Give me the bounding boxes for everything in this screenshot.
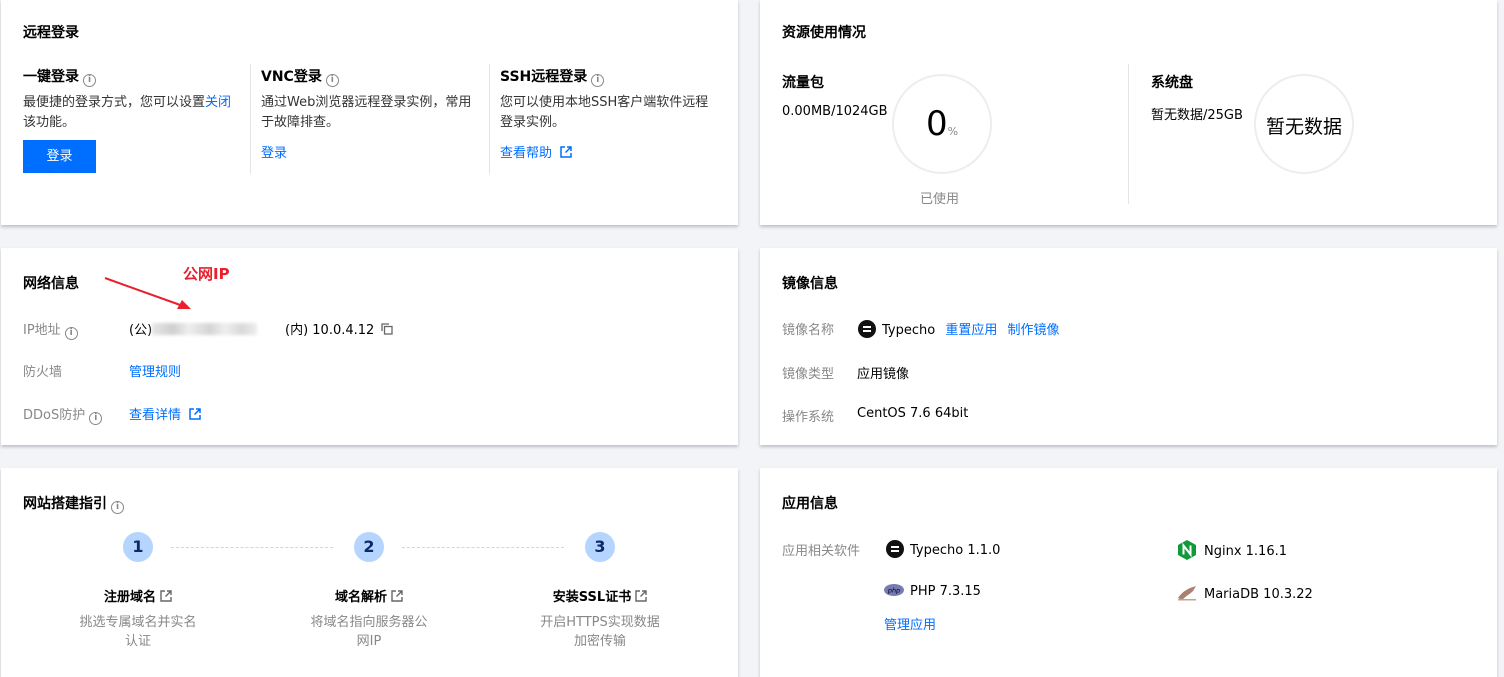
step-3-desc: 开启HTTPS实现数据加密传输	[540, 615, 660, 649]
traffic-caption: 已使用	[920, 192, 960, 207]
ssh-help-row: 查看帮助	[500, 142, 572, 161]
step-2-desc: 将域名指向服务器公网IP	[310, 615, 428, 649]
vnc-login-link[interactable]: 登录	[261, 142, 287, 161]
traffic-percent: 0%	[925, 104, 959, 144]
php-icon: php	[884, 584, 904, 596]
website-guide-card: 网站搭建指引 i 1 2 3 注册域名 挑选专属域名并实名认证 域名解析 将域名指…	[1, 468, 738, 677]
card-title: 应用信息	[782, 496, 838, 512]
close-feature-link[interactable]: 关闭	[205, 95, 231, 110]
one-click-login-title: 一键登录	[23, 69, 79, 85]
software-item: MariaDB 10.3.22	[1176, 584, 1313, 602]
make-image-link[interactable]: 制作镜像	[1008, 323, 1060, 338]
traffic-usage: 0.00MB/1024GB	[782, 104, 888, 119]
info-icon[interactable]: i	[83, 74, 96, 87]
image-name-row: Typecho 重置应用 制作镜像	[858, 319, 1060, 338]
disk-ring: 暂无数据	[1254, 74, 1354, 174]
card-title: 资源使用情况	[782, 25, 866, 41]
external-link-icon[interactable]	[160, 590, 172, 602]
traffic-title: 流量包	[782, 75, 824, 91]
step-1-title[interactable]: 注册域名	[58, 586, 218, 605]
divider	[250, 64, 251, 174]
ssh-login-header: SSH远程登录 i	[500, 66, 605, 87]
os-value: CentOS 7.6 64bit	[857, 406, 969, 421]
typecho-icon	[858, 320, 876, 338]
ssh-login-title: SSH远程登录	[500, 69, 588, 85]
disk-title: 系统盘	[1151, 75, 1193, 91]
one-click-login-header: 一键登录 i	[23, 66, 96, 87]
ssh-login-desc: 您可以使用本地SSH客户端软件远程登录实例。	[500, 95, 709, 130]
ip-label: IP地址 i	[23, 319, 78, 340]
traffic-ring: 0%	[892, 74, 992, 174]
copy-icon[interactable]	[381, 323, 394, 335]
external-link-icon[interactable]	[560, 146, 572, 158]
software-item: Typecho 1.1.0	[886, 540, 1000, 558]
step-3-title[interactable]: 安装SSL证书	[520, 586, 680, 605]
public-ip-prefix: (公)	[129, 323, 153, 338]
step-connector	[402, 547, 564, 548]
disk-usage: 暂无数据/25GB	[1151, 108, 1243, 123]
public-ip-annotation: 公网IP	[183, 265, 230, 283]
card-title: 网络信息	[23, 276, 79, 292]
step-1-desc: 挑选专属域名并实名认证	[79, 615, 197, 649]
vnc-login-desc: 通过Web浏览器远程登录实例，常用于故障排查。	[261, 95, 472, 130]
step-2-circle: 2	[354, 532, 384, 562]
network-info-card: 网络信息 公网IP IP地址 i (公) (内) 10.0.4.12 防火墙 管理…	[1, 248, 738, 445]
software-item: Nginx 1.16.1	[1178, 540, 1287, 560]
info-icon[interactable]: i	[89, 412, 103, 425]
image-info-card: 镜像信息 镜像名称 Typecho 重置应用 制作镜像 镜像类型 应用镜像 操作…	[760, 248, 1497, 445]
private-ip: (内) 10.0.4.12	[285, 319, 394, 338]
remote-login-card: 远程登录 一键登录 i 最便捷的登录方式，您可以设置关闭该功能。 登录 VNC登录…	[1, 0, 738, 225]
typecho-icon	[886, 540, 904, 558]
manage-rules-link[interactable]: 管理规则	[129, 361, 181, 380]
view-details-link[interactable]: 查看详情	[129, 408, 181, 423]
mariadb-icon	[1178, 586, 1196, 601]
card-title: 网站搭建指引	[23, 496, 107, 512]
step-connector	[171, 547, 333, 548]
app-info-card: 应用信息 应用相关软件 Typecho 1.1.0 Nginx 1.16.1 p…	[760, 468, 1497, 677]
step-1-circle: 1	[123, 532, 153, 562]
vnc-login-header: VNC登录 i	[261, 66, 339, 87]
svg-text:php: php	[887, 587, 900, 595]
info-icon[interactable]: i	[64, 327, 78, 340]
nginx-icon	[1178, 540, 1196, 560]
software-item: php PHP 7.3.15	[884, 584, 981, 599]
ssh-help-link[interactable]: 查看帮助	[500, 146, 552, 161]
step-3-circle: 3	[585, 532, 615, 562]
divider	[1128, 64, 1129, 204]
image-name-label: 镜像名称	[782, 323, 835, 338]
login-button[interactable]: 登录	[23, 140, 96, 173]
external-link-icon[interactable]	[391, 590, 403, 602]
manage-app-link[interactable]: 管理应用	[884, 614, 936, 633]
info-icon[interactable]: i	[591, 74, 605, 87]
info-icon[interactable]: i	[325, 74, 339, 87]
image-name-value: Typecho	[882, 323, 936, 338]
card-title: 远程登录	[23, 25, 79, 41]
external-link-icon[interactable]	[189, 408, 201, 420]
os-label: 操作系统	[782, 410, 835, 425]
info-icon[interactable]: i	[111, 501, 124, 514]
one-click-login-desc: 最便捷的登录方式，您可以设置关闭该功能。	[23, 95, 232, 130]
divider	[489, 64, 490, 174]
ddos-label: DDoS防护 i	[23, 404, 103, 425]
card-title: 镜像信息	[782, 276, 838, 292]
vnc-login-title: VNC登录	[261, 69, 322, 85]
related-software-label: 应用相关软件	[782, 544, 861, 559]
guide-title-row: 网站搭建指引 i	[23, 493, 124, 514]
firewall-label: 防火墙	[23, 365, 63, 380]
step-2-title[interactable]: 域名解析	[289, 586, 449, 605]
image-type-label: 镜像类型	[782, 367, 835, 382]
image-type-value: 应用镜像	[857, 367, 910, 382]
public-ip-redacted	[152, 323, 258, 335]
reset-app-link[interactable]: 重置应用	[945, 323, 997, 338]
ddos-details-row: 查看详情	[129, 404, 201, 423]
disk-ring-text: 暂无数据	[1265, 116, 1342, 138]
resource-usage-card: 资源使用情况 流量包 0.00MB/1024GB 0% 已使用 系统盘 暂无数据…	[760, 0, 1497, 225]
ip-value: (公)	[129, 319, 258, 338]
external-link-icon[interactable]	[635, 590, 647, 602]
